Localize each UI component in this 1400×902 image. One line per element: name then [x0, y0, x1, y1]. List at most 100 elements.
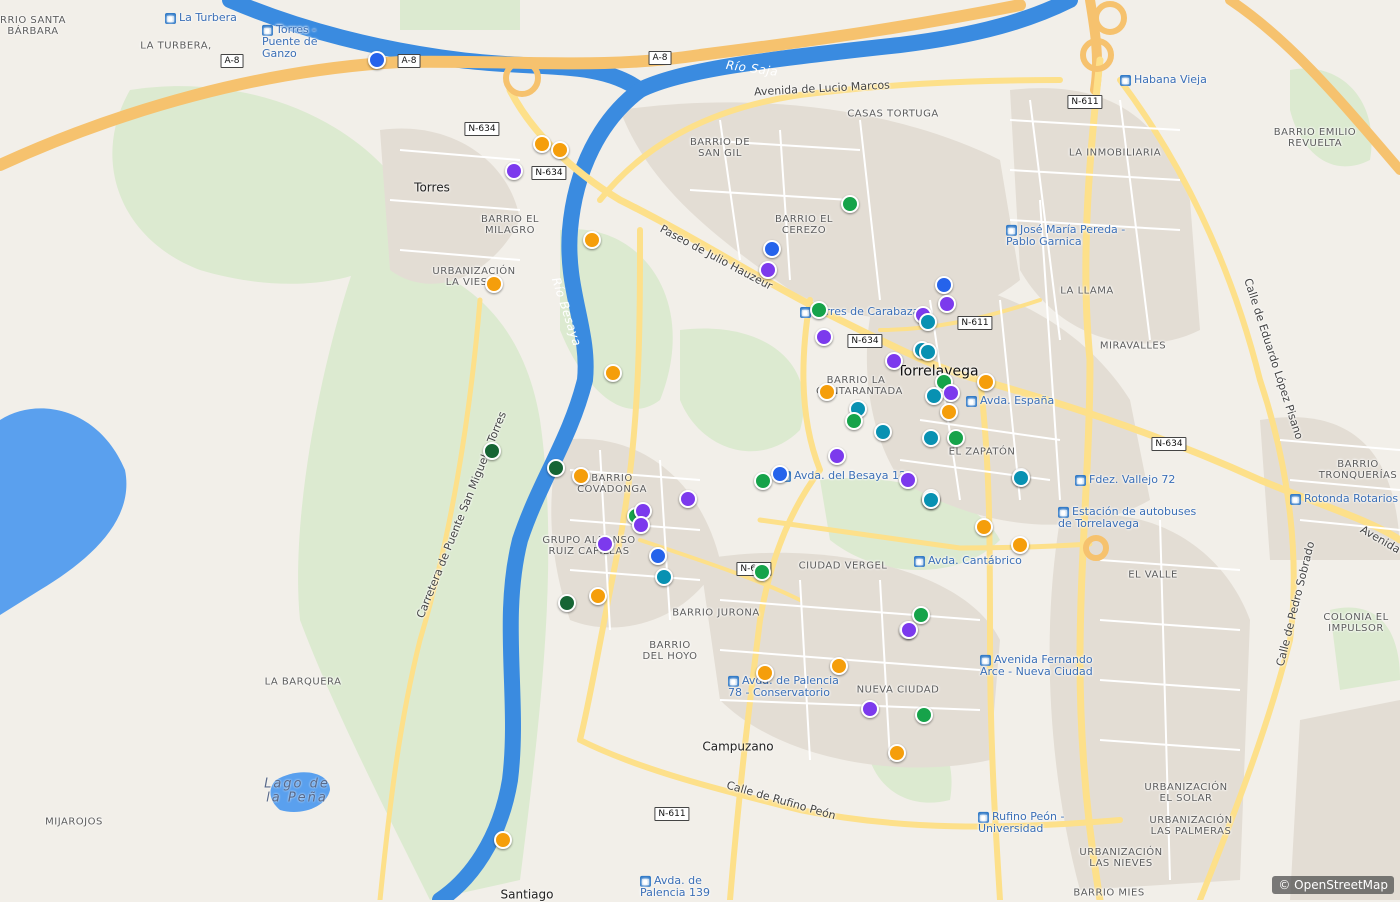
- bus-stop-label[interactable]: ▣ La Turbera: [165, 11, 237, 24]
- map-marker[interactable]: [753, 563, 771, 581]
- bus-icon: ▣: [1006, 224, 1017, 236]
- map-marker[interactable]: [604, 364, 622, 382]
- map-marker[interactable]: [483, 442, 501, 460]
- place-label: URBANIZACIÓN LA VIESCA: [432, 266, 516, 288]
- town-label: Campuzano: [702, 739, 774, 754]
- place-label: BARRIO DE SAN GIL: [689, 137, 751, 159]
- map-marker[interactable]: [558, 594, 576, 612]
- map-marker[interactable]: [485, 275, 503, 293]
- map-marker[interactable]: [505, 162, 523, 180]
- map-marker[interactable]: [368, 51, 386, 69]
- map-marker[interactable]: [551, 141, 569, 159]
- bus-stop-label[interactable]: ▣Avda. del Besaya 12: [780, 469, 906, 482]
- map-marker[interactable]: [935, 276, 953, 294]
- bus-icon: ▣: [1120, 74, 1131, 86]
- bus-stop-label[interactable]: ▣ Avenida Fernando Arce - Nueva Ciudad: [980, 653, 1100, 678]
- map-marker[interactable]: [818, 383, 836, 401]
- map-marker[interactable]: [756, 664, 774, 682]
- map-marker[interactable]: [947, 429, 965, 447]
- place-label: BARRIO MIES: [1073, 887, 1145, 899]
- map-marker[interactable]: [885, 352, 903, 370]
- place-label: RRIO SANTA BÁRBARA: [0, 15, 66, 37]
- map-marker[interactable]: [810, 301, 828, 319]
- map-marker[interactable]: [828, 447, 846, 465]
- map-marker[interactable]: [649, 547, 667, 565]
- map-marker[interactable]: [759, 261, 777, 279]
- bus-stop-label[interactable]: ▣ Avda. España: [966, 394, 1054, 407]
- road-shield: A-8: [220, 54, 244, 68]
- map-marker[interactable]: [899, 471, 917, 489]
- map-marker[interactable]: [900, 621, 918, 639]
- map-marker[interactable]: [925, 387, 943, 405]
- roundabout-north: [1093, 1, 1127, 35]
- map-marker[interactable]: [938, 295, 956, 313]
- map-marker[interactable]: [771, 465, 789, 483]
- lake-west: [0, 408, 127, 615]
- bus-icon: ▣: [165, 12, 176, 24]
- map-marker[interactable]: [975, 518, 993, 536]
- place-label: LA INMOBILIARIA: [1068, 147, 1162, 159]
- bus-icon: ▣: [914, 555, 925, 567]
- map-marker[interactable]: [632, 516, 650, 534]
- map-base-layer: [0, 0, 1400, 900]
- map-marker[interactable]: [679, 490, 697, 508]
- bus-stop-label[interactable]: ▣ Torres - Puente de Ganzo: [262, 23, 352, 60]
- map-marker[interactable]: [861, 700, 879, 718]
- place-label: URBANIZACIÓN LAS NIEVES: [1079, 847, 1163, 869]
- place-label: URBANIZACIÓN LAS PALMERAS: [1149, 815, 1233, 837]
- bus-icon: ▣: [978, 811, 989, 823]
- place-label: GRUPO ALFONSO RUIZ CAPILLAS: [542, 535, 636, 557]
- map-marker[interactable]: [547, 459, 565, 477]
- place-label: MIRAVALLES: [1099, 340, 1167, 352]
- map-marker[interactable]: [596, 535, 614, 553]
- attribution[interactable]: © OpenStreetMap: [1272, 876, 1394, 894]
- map-marker[interactable]: [874, 423, 892, 441]
- bus-stop-label[interactable]: ▣ Estación de autobuses de Torrelavega: [1058, 505, 1198, 530]
- map-marker[interactable]: [1012, 469, 1030, 487]
- bus-stop-label[interactable]: ▣ Avda. Cantábrico: [914, 554, 1022, 567]
- bus-stop-label[interactable]: ▣ Avda. de Palencia 139: [640, 874, 730, 899]
- road-shield: A-8: [397, 54, 421, 68]
- map-marker[interactable]: [912, 606, 930, 624]
- map-marker[interactable]: [1011, 536, 1029, 554]
- bus-stop-label[interactable]: ▣ José María Pereda - Pablo Garnica: [1006, 223, 1126, 248]
- map-marker[interactable]: [655, 568, 673, 586]
- road-shield: N-634: [464, 122, 500, 136]
- place-label: BARRIO EL CEREZO: [775, 214, 833, 236]
- map-marker[interactable]: [915, 706, 933, 724]
- map-marker[interactable]: [763, 240, 781, 258]
- map-marker[interactable]: [815, 328, 833, 346]
- place-label: LA TURBERA,: [140, 40, 212, 52]
- place-label: EL ZAPATÓN: [948, 446, 1016, 458]
- bus-stop-label[interactable]: ▣ Avda. de Palencia 78 - Conservatorio: [728, 674, 848, 699]
- road-shield: A-8: [648, 51, 672, 65]
- map-marker[interactable]: [922, 491, 940, 509]
- bus-stop-label[interactable]: ▣ Rufino Peón - Universidad: [978, 810, 1078, 835]
- bus-icon: ▣: [640, 875, 651, 887]
- map-marker[interactable]: [533, 135, 551, 153]
- map-marker[interactable]: [572, 467, 590, 485]
- bus-stop-label[interactable]: ▣ Rotonda Rotarios: [1290, 492, 1398, 505]
- map-marker[interactable]: [922, 429, 940, 447]
- map-marker[interactable]: [830, 657, 848, 675]
- map-marker[interactable]: [940, 403, 958, 421]
- map-marker[interactable]: [942, 384, 960, 402]
- map-marker[interactable]: [845, 412, 863, 430]
- map-marker[interactable]: [589, 587, 607, 605]
- map-marker[interactable]: [583, 231, 601, 249]
- map-marker[interactable]: [494, 831, 512, 849]
- map-marker[interactable]: [841, 195, 859, 213]
- place-label: EL VALLE: [1128, 569, 1178, 581]
- map-marker[interactable]: [977, 373, 995, 391]
- map-canvas[interactable]: A-8 A-8 A-8 N-634 N-634 N-634 N-634 N-61…: [0, 0, 1400, 901]
- bus-stop-label[interactable]: ▣ Habana Vieja: [1120, 73, 1207, 86]
- map-marker[interactable]: [919, 343, 937, 361]
- place-label: CIUDAD VERGEL: [798, 560, 888, 572]
- map-marker[interactable]: [888, 744, 906, 762]
- map-marker[interactable]: [919, 313, 937, 331]
- bus-stop-label[interactable]: ▣ Fdez. Vallejo 72: [1075, 473, 1175, 486]
- road-shield: N-611: [1067, 95, 1103, 109]
- map-marker[interactable]: [754, 472, 772, 490]
- bus-icon: ▣: [966, 395, 977, 407]
- road-shield: N-634: [531, 166, 567, 180]
